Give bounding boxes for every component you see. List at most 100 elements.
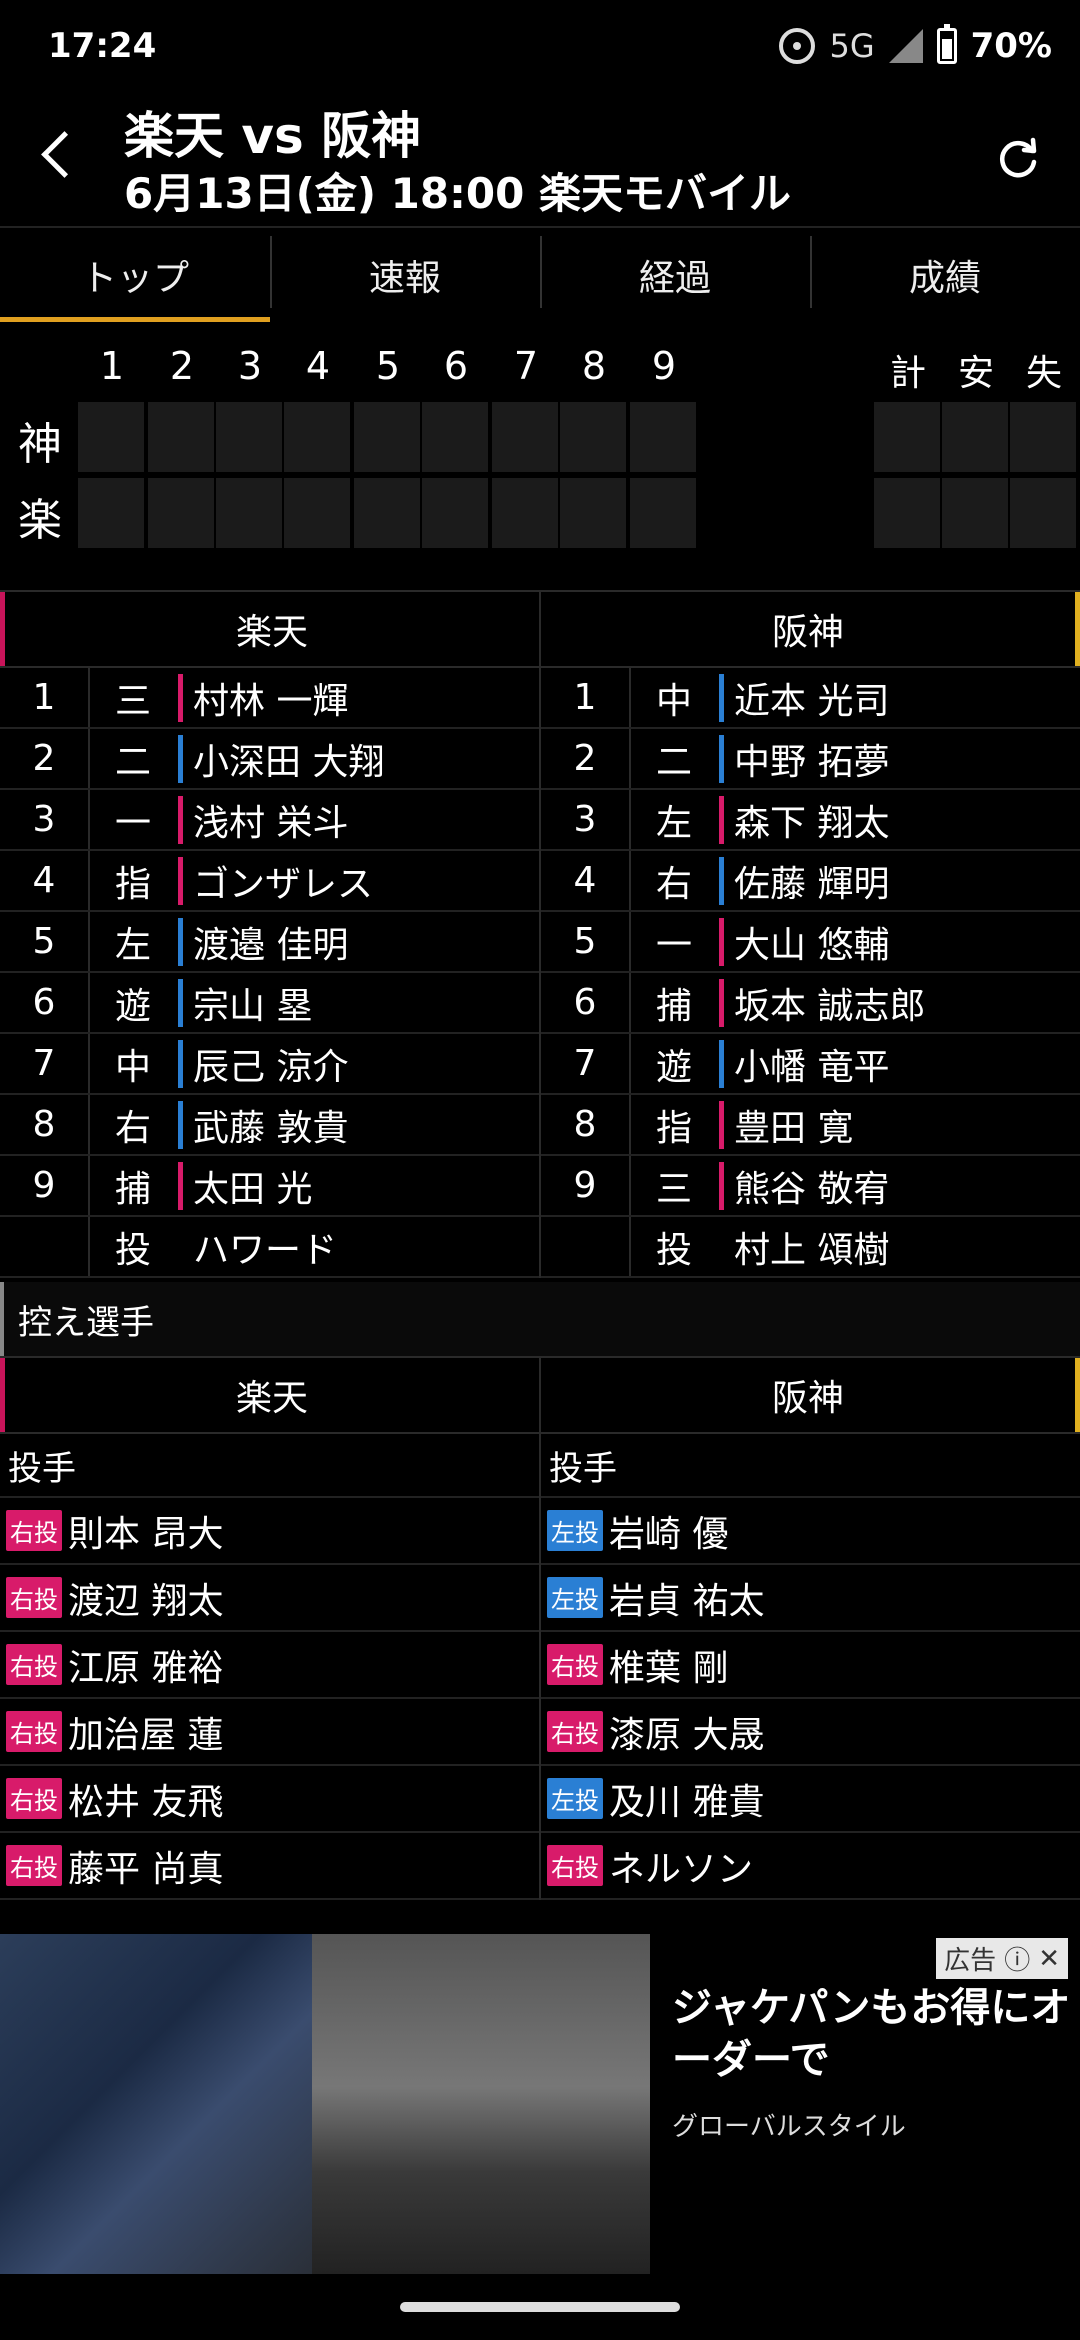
player-name[interactable]: 坂本 誠志郎 [724, 973, 1080, 1032]
player-name[interactable]: 松井 友飛 [68, 1773, 223, 1825]
player-name[interactable]: 則本 昂大 [68, 1505, 223, 1557]
player-name[interactable]: 大山 悠輔 [724, 912, 1080, 971]
refresh-icon[interactable] [986, 126, 1050, 190]
player-name[interactable]: 村林 一輝 [183, 668, 539, 727]
bench-player-row[interactable]: 右投 ネルソン [541, 1833, 1080, 1900]
lineup-row[interactable]: 9 捕太田 光 [0, 1156, 539, 1217]
batting-order: 7 [573, 1043, 597, 1084]
player-name[interactable]: 江原 雅裕 [68, 1639, 223, 1691]
bench-player-row[interactable]: 右投 渡辺 翔太 [0, 1565, 539, 1632]
player-name[interactable]: 宗山 塁 [183, 973, 539, 1032]
player-name[interactable]: 森下 翔太 [724, 790, 1080, 849]
bench-player-row[interactable]: 右投 椎葉 剛 [541, 1632, 1080, 1699]
ad-label[interactable]: 広告 ⓘ ✕ [936, 1938, 1068, 1979]
total-score-cell [942, 402, 1008, 472]
lineup-row[interactable]: 1 中近本 光司 [541, 668, 1080, 729]
player-name[interactable]: 村上 頌樹 [724, 1217, 1080, 1276]
fielding-position: 投 [629, 1217, 717, 1276]
player-name[interactable]: ネルソン [609, 1840, 753, 1892]
player-name[interactable]: 岩崎 優 [609, 1505, 728, 1557]
lineup-row[interactable]: 5 左渡邉 佳明 [0, 912, 539, 973]
lineup-row[interactable]: 4 指ゴンザレス [0, 851, 539, 912]
player-name[interactable]: 浅村 栄斗 [183, 790, 539, 849]
lineup-row[interactable]: 1 三村林 一輝 [0, 668, 539, 729]
scoreboard-team-label: 神 [18, 419, 62, 470]
scoreboard: 123456789 計安失神楽 [0, 324, 1080, 566]
lineup-row[interactable]: 投ハワード [0, 1217, 539, 1278]
ad-advertiser[interactable]: グローバルスタイル [672, 2106, 906, 2143]
player-name[interactable]: 小深田 大翔 [183, 729, 539, 788]
batting-order: 4 [32, 860, 56, 901]
lineup-row[interactable]: 3 左森下 翔太 [541, 790, 1080, 851]
bench-player-row[interactable]: 右投 加治屋 蓮 [0, 1699, 539, 1766]
ad-headline[interactable]: ジャケパンもお得にオーダーで [672, 1982, 1072, 2086]
lineup-row[interactable]: 7 中辰己 涼介 [0, 1034, 539, 1095]
scoreboard-team-label: 楽 [18, 495, 62, 546]
bench-player-row[interactable]: 左投 岩貞 祐太 [541, 1565, 1080, 1632]
player-name[interactable]: 豊田 寛 [724, 1095, 1080, 1154]
player-name[interactable]: ゴンザレス [183, 851, 539, 910]
lineup-row[interactable]: 5 一大山 悠輔 [541, 912, 1080, 973]
player-name[interactable]: 中野 拓夢 [724, 729, 1080, 788]
inning-score-cell [148, 478, 214, 548]
fielding-position: 二 [88, 729, 176, 788]
ad-label-text: 広告 [944, 1946, 997, 1976]
player-name[interactable]: 熊谷 敬宥 [724, 1156, 1080, 1215]
batting-order: 8 [32, 1104, 56, 1145]
ad-info-icon[interactable]: ⓘ [1004, 1940, 1030, 1977]
tab-stats[interactable]: 成績 [810, 228, 1080, 322]
player-name[interactable]: 近本 光司 [724, 668, 1080, 727]
player-name[interactable]: ハワード [183, 1217, 539, 1276]
lineup-row[interactable]: 4 右佐藤 輝明 [541, 851, 1080, 912]
throws-badge: 右投 [6, 1778, 62, 1819]
lineup-row[interactable]: 8 指豊田 寛 [541, 1095, 1080, 1156]
player-name[interactable]: 漆原 大晟 [609, 1706, 764, 1758]
player-name[interactable]: 辰己 涼介 [183, 1034, 539, 1093]
lineup-row[interactable]: 3 一浅村 栄斗 [0, 790, 539, 851]
total-score-cell [1010, 478, 1076, 548]
player-name[interactable]: 椎葉 剛 [609, 1639, 728, 1691]
player-name[interactable]: 岩貞 祐太 [609, 1572, 764, 1624]
bench-player-row[interactable]: 右投 松井 友飛 [0, 1766, 539, 1833]
player-name[interactable]: 佐藤 輝明 [724, 851, 1080, 910]
back-arrow-icon[interactable] [30, 126, 86, 182]
bench-player-row[interactable]: 左投 及川 雅貴 [541, 1766, 1080, 1833]
bench-player-row[interactable]: 右投 則本 昂大 [0, 1498, 539, 1565]
inning-header: 3 [237, 344, 263, 388]
lineup-row[interactable]: 投村上 頌樹 [541, 1217, 1080, 1278]
player-name[interactable]: 藤平 尚真 [68, 1840, 223, 1892]
tab-live[interactable]: 速報 [270, 228, 540, 322]
lineup-away-team: 阪神 [539, 592, 1080, 666]
player-name[interactable]: 渡邉 佳明 [183, 912, 539, 971]
bench-player-row[interactable]: 右投 江原 雅裕 [0, 1632, 539, 1699]
ad-image-store[interactable] [312, 1934, 650, 2274]
home-indicator[interactable] [400, 2302, 680, 2312]
bench-player-row[interactable]: 左投 岩崎 優 [541, 1498, 1080, 1565]
close-icon[interactable]: ✕ [1038, 1944, 1060, 1974]
lineup-row[interactable]: 2 二中野 拓夢 [541, 729, 1080, 790]
player-name[interactable]: 太田 光 [183, 1156, 539, 1215]
ad-banner[interactable]: 広告 ⓘ ✕ ジャケパンもお得にオーダーで グローバルスタイル [0, 1934, 1080, 2280]
lineup-row[interactable]: 6 遊宗山 塁 [0, 973, 539, 1034]
player-name[interactable]: 及川 雅貴 [609, 1773, 764, 1825]
tab-top[interactable]: トップ [0, 228, 270, 322]
lineup-home-team: 楽天 [0, 592, 539, 666]
player-name[interactable]: 小幡 竜平 [724, 1034, 1080, 1093]
player-name[interactable]: 渡辺 翔太 [68, 1572, 223, 1624]
ad-image-suit[interactable] [0, 1934, 312, 2274]
bench-player-row[interactable]: 右投 漆原 大晟 [541, 1699, 1080, 1766]
lineup-row[interactable]: 9 三熊谷 敬宥 [541, 1156, 1080, 1217]
player-name[interactable]: 武藤 敦貴 [183, 1095, 539, 1154]
fielding-position: 指 [88, 851, 176, 910]
lineup-row[interactable]: 6 捕坂本 誠志郎 [541, 973, 1080, 1034]
tab-progress[interactable]: 経過 [540, 228, 810, 322]
throws-badge: 右投 [6, 1577, 62, 1618]
lineup-row[interactable]: 8 右武藤 敦貴 [0, 1095, 539, 1156]
bench-home-list: 投手 右投 則本 昂大 右投 渡辺 翔太 右投 江原 雅裕 右投 加治屋 蓮右投 松井 友飛 右投… [0, 1434, 539, 1900]
batting-order: 3 [32, 799, 56, 840]
player-name[interactable]: 加治屋 蓮 [68, 1706, 223, 1758]
bench-player-row[interactable]: 右投 藤平 尚真 [0, 1833, 539, 1900]
game-info: 6月13日(金) 18:00 楽天モバイル [124, 169, 791, 218]
lineup-row[interactable]: 7 遊小幡 竜平 [541, 1034, 1080, 1095]
lineup-row[interactable]: 2 二小深田 大翔 [0, 729, 539, 790]
